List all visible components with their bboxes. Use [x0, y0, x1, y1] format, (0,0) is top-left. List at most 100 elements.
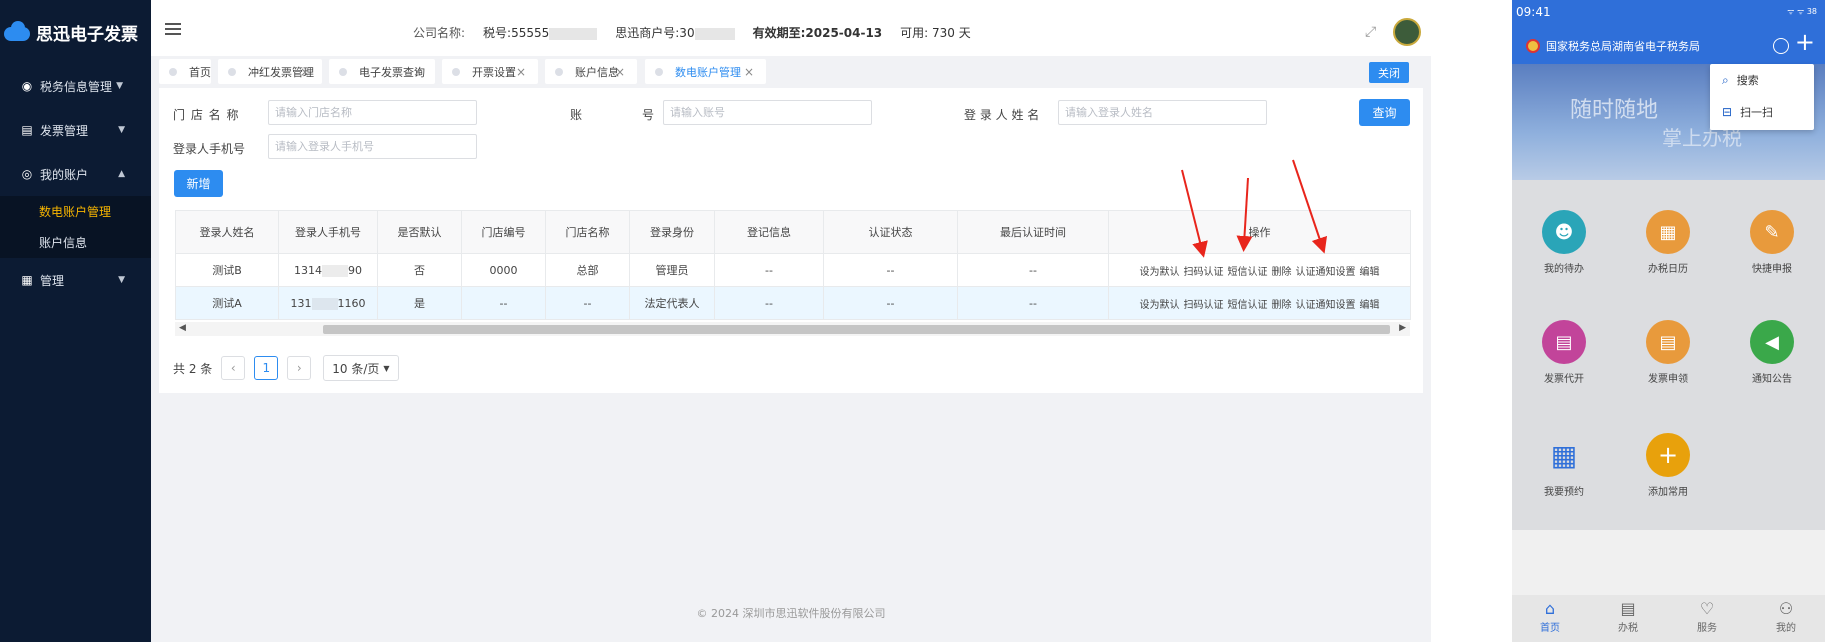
qr-auth-link[interactable]: 扫码认证 [1184, 267, 1224, 278]
plus-icon[interactable]: + [1795, 30, 1815, 54]
cell-phone: 131 1160 [278, 286, 378, 320]
masked-text [694, 27, 735, 40]
tab-invoice-settings[interactable]: 开票设置 × [442, 59, 538, 84]
close-icon[interactable]: × [516, 65, 526, 79]
grid-item-appointment[interactable]: ▦ 我要预约 [1512, 433, 1616, 499]
tab-invoice-query[interactable]: 电子发票查询 × [329, 59, 435, 84]
menu-item-manage[interactable]: ▦ 管理 ▼ [0, 258, 151, 302]
sms-auth-link[interactable]: 短信认证 [1228, 300, 1268, 311]
page-1-button[interactable]: 1 [254, 356, 279, 380]
appointment-calendar-icon: ▦ [1550, 438, 1578, 472]
grid-item-todo[interactable]: ☻ 我的待办 [1512, 210, 1616, 275]
query-button[interactable]: 查询 [1359, 99, 1410, 126]
phone-label: 登录人手机号 [173, 142, 246, 156]
menu-item-invoice[interactable]: ▤ 发票管理 ▼ [0, 108, 151, 152]
edit-link[interactable]: 编辑 [1360, 300, 1380, 311]
column-header: 门店编号 [461, 210, 546, 254]
menu-item-my-account[interactable]: ◎ 我的账户 ▲ [0, 152, 151, 196]
close-icon[interactable]: × [615, 65, 625, 79]
grid-item-add-common[interactable]: + 添加常用 [1616, 433, 1720, 498]
set-default-link[interactable]: 设为默认 [1140, 300, 1180, 311]
popup-item-search[interactable]: ⌕ 搜索 [1710, 64, 1814, 96]
scrollbar-thumb[interactable] [323, 325, 1390, 334]
tab-digital-account[interactable]: 数电账户管理 × [645, 59, 766, 84]
logo-text: 思迅电子发票 [36, 24, 138, 45]
horizontal-scrollbar[interactable]: ◀ ▶ [175, 322, 1410, 336]
table-row[interactable]: 测试B 1314 90 否 0000 总部 管理员 -- -- -- 设为默认 扫码… [175, 253, 1411, 287]
scroll-left-icon[interactable]: ◀ [179, 323, 186, 333]
grid-item-quick-declare[interactable]: ✎ 快捷申报 [1720, 210, 1824, 275]
prev-page-button[interactable]: ‹ [221, 356, 246, 380]
avatar[interactable] [1393, 18, 1421, 46]
account-input[interactable] [663, 100, 872, 125]
tab-account-info[interactable]: 账户信息 × [545, 59, 637, 84]
grid-item-calendar[interactable]: ▦ 办税日历 [1616, 210, 1720, 275]
nav-service[interactable]: ♡ 服务 [1677, 599, 1737, 634]
sub-item-account-info[interactable]: 账户信息 [0, 227, 151, 258]
sms-auth-link[interactable]: 短信认证 [1228, 267, 1268, 278]
auth-notify-settings-link[interactable]: 认证通知设置 [1296, 267, 1356, 278]
user-icon[interactable] [1773, 38, 1789, 54]
cell-last-auth: -- [957, 286, 1109, 320]
delete-link[interactable]: 删除 [1272, 267, 1292, 278]
close-icon[interactable]: × [413, 65, 423, 79]
mobile-header: 09:41 ᯤ ᯤ 38 国家税务总局湖南省电子税务局 + [1512, 0, 1825, 64]
close-icon[interactable]: × [300, 65, 310, 79]
store-name-input[interactable] [268, 100, 477, 125]
page-size-select[interactable]: 10 条/页 ▼ [323, 355, 399, 381]
tab-red-invoice[interactable]: 冲红发票管理 × [218, 59, 322, 84]
login-name-input[interactable] [1058, 100, 1267, 125]
add-button[interactable]: 新增 [174, 170, 223, 197]
popup-item-scan[interactable]: ⊟ 扫一扫 [1710, 96, 1814, 128]
mobile-bottom-nav: ⌂ 首页 ▤ 办税 ♡ 服务 ⚇ 我的 [1512, 595, 1825, 642]
delete-link[interactable]: 删除 [1272, 300, 1292, 311]
tax-emblem-icon [1526, 39, 1540, 53]
next-page-button[interactable]: › [287, 356, 312, 380]
set-default-link[interactable]: 设为默认 [1140, 267, 1180, 278]
phone-input[interactable] [268, 134, 477, 159]
company-label: 公司名称: [413, 26, 466, 40]
status-indicators: ᯤ ᯤ 38 [1787, 7, 1817, 16]
hamburger-menu-icon[interactable] [165, 23, 181, 36]
cell-reg-info: -- [714, 253, 824, 287]
mobile-popup-menu: ⌕ 搜索 ⊟ 扫一扫 [1710, 64, 1814, 130]
cell-role: 管理员 [629, 253, 715, 287]
qr-auth-link[interactable]: 扫码认证 [1184, 300, 1224, 311]
cell-auth-status: -- [823, 253, 958, 287]
scroll-right-icon[interactable]: ▶ [1399, 323, 1406, 333]
grid-item-invoice-issue[interactable]: ▤ 发票代开 [1512, 320, 1616, 385]
tab-dot-icon [169, 67, 177, 76]
cell-default: 否 [377, 253, 462, 287]
nav-home[interactable]: ⌂ 首页 [1520, 599, 1580, 634]
cell-last-auth: -- [957, 253, 1109, 287]
cell-store-name: 总部 [545, 253, 630, 287]
edit-link[interactable]: 编辑 [1360, 267, 1380, 278]
grid-item-notice[interactable]: ◀ 通知公告 [1720, 320, 1824, 385]
tab-home[interactable]: 首页 [159, 59, 211, 84]
nav-mine[interactable]: ⚇ 我的 [1756, 599, 1816, 634]
menu-item-tax-info[interactable]: ◉ 税务信息管理 ▼ [0, 64, 151, 108]
close-icon[interactable]: × [744, 65, 754, 79]
grid-item-invoice-apply[interactable]: ▤ 发票申领 [1616, 320, 1720, 385]
close-tabs-button[interactable]: 关闭 [1369, 62, 1409, 83]
fullscreen-icon[interactable]: ⤢ [1365, 24, 1376, 40]
target-icon: ◉ [21, 79, 33, 93]
menu-label: 我的账户 [40, 167, 89, 182]
invoice-icon: ▤ [21, 123, 33, 137]
add-icon: + [1646, 433, 1690, 477]
cell-role: 法定代表人 [629, 286, 715, 320]
mobile-title-text: 国家税务总局湖南省电子税务局 [1546, 40, 1700, 53]
sub-item-digital-account[interactable]: 数电账户管理 [0, 196, 151, 227]
cell-login-name: 测试B [175, 253, 279, 287]
tab-dot-icon [339, 67, 347, 76]
cell-actions: 设为默认 扫码认证 短信认证 删除 认证通知设置 编辑 [1108, 253, 1411, 287]
cell-login-name: 测试A [175, 286, 279, 320]
app-logo[interactable]: 思迅电子发票 [0, 0, 151, 64]
cell-phone: 1314 90 [278, 253, 378, 287]
cell-default: 是 [377, 286, 462, 320]
tab-label: 首页 [189, 65, 211, 79]
auth-notify-settings-link[interactable]: 认证通知设置 [1296, 300, 1356, 311]
sidebar: 思迅电子发票 ◉ 税务信息管理 ▼ ▤ 发票管理 ▼ ◎ 我的账户 ▲ 数电账户… [0, 0, 151, 642]
nav-tax[interactable]: ▤ 办税 [1598, 599, 1658, 634]
table-row[interactable]: 测试A 131 1160 是 -- -- 法定代表人 -- -- -- 设为默认扫… [175, 286, 1411, 320]
